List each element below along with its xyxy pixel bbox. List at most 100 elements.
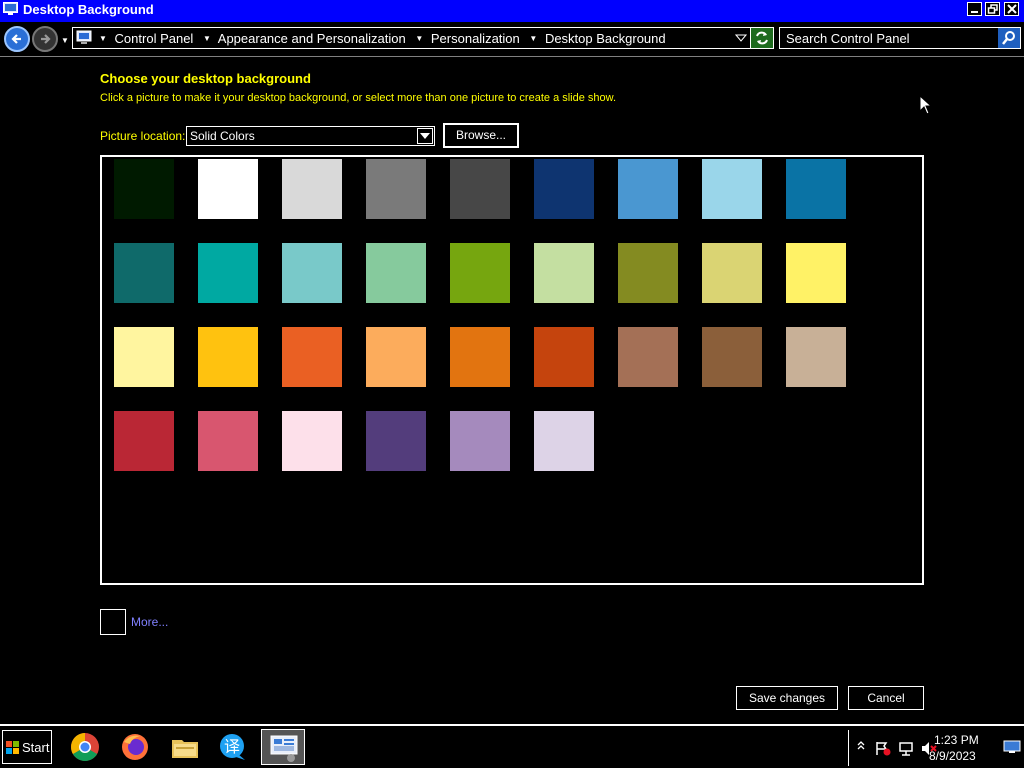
breadcrumb-separator-icon[interactable]: ▼ [415, 34, 423, 43]
taskbar-control-panel[interactable] [261, 729, 305, 765]
browse-button[interactable]: Browse... [443, 123, 519, 148]
control-panel-app-icon [3, 2, 18, 15]
restore-button[interactable] [985, 2, 1000, 16]
address-bar[interactable]: ▼ Control Panel ▼ Appearance and Persona… [72, 27, 774, 49]
picture-location-value: Solid Colors [190, 129, 255, 143]
color-swatch[interactable] [450, 327, 510, 387]
breadcrumb: ▼ Control Panel ▼ Appearance and Persona… [97, 31, 670, 46]
color-swatch[interactable] [618, 327, 678, 387]
address-dropdown-icon[interactable] [735, 32, 747, 44]
restore-icon [987, 4, 998, 14]
color-swatch[interactable] [198, 243, 258, 303]
search-button[interactable] [998, 28, 1020, 48]
save-changes-button[interactable]: Save changes [736, 686, 838, 710]
color-swatch[interactable] [786, 243, 846, 303]
window-title: Desktop Background [23, 2, 154, 17]
clock-date[interactable]: 8/9/2023 [929, 749, 976, 763]
forward-button[interactable] [32, 26, 58, 52]
show-hidden-icons-icon[interactable] [857, 741, 865, 751]
taskbar-file-explorer[interactable] [163, 729, 207, 765]
search-icon [1002, 31, 1015, 45]
divider [0, 56, 1024, 57]
chrome-icon [71, 733, 99, 761]
network-icon[interactable] [898, 741, 914, 756]
taskbar: Start 译 1:23 PM 8/9/2023 [0, 724, 1024, 768]
show-desktop-icon[interactable] [1003, 740, 1021, 754]
recent-pages-dropdown-icon[interactable]: ▼ [61, 36, 69, 45]
color-swatch[interactable] [786, 159, 846, 219]
control-panel-icon [76, 30, 92, 44]
taskbar-translator[interactable]: 译 [211, 729, 255, 765]
refresh-icon [756, 31, 768, 45]
taskbar-chrome[interactable] [63, 729, 107, 765]
breadcrumb-desktop-background[interactable]: Desktop Background [545, 31, 666, 46]
color-swatch[interactable] [618, 159, 678, 219]
close-button[interactable] [1004, 2, 1019, 16]
picture-location-select[interactable]: Solid Colors [186, 126, 435, 146]
color-swatch[interactable] [702, 243, 762, 303]
color-swatch[interactable] [534, 159, 594, 219]
color-swatch[interactable] [786, 327, 846, 387]
color-swatch[interactable] [618, 243, 678, 303]
svg-text:译: 译 [224, 737, 240, 756]
color-swatch[interactable] [114, 411, 174, 471]
color-swatch[interactable] [198, 327, 258, 387]
firefox-icon [122, 734, 148, 760]
color-swatch[interactable] [534, 411, 594, 471]
breadcrumb-control-panel[interactable]: Control Panel [115, 31, 194, 46]
breadcrumb-separator-icon[interactable]: ▼ [529, 34, 537, 43]
color-swatch[interactable] [702, 159, 762, 219]
file-explorer-icon [172, 740, 198, 758]
color-swatch[interactable] [366, 243, 426, 303]
start-label: Start [22, 740, 50, 755]
color-swatch[interactable] [114, 243, 174, 303]
breadcrumb-personalization[interactable]: Personalization [431, 31, 520, 46]
refresh-button[interactable] [750, 28, 773, 48]
picture-location-label: Picture location: [100, 129, 186, 143]
more-colors-link[interactable]: More... [131, 615, 168, 629]
translator-icon: 译 [220, 734, 245, 760]
breadcrumb-appearance-and-personalization[interactable]: Appearance and Personalization [218, 31, 406, 46]
start-button[interactable]: Start [2, 730, 52, 764]
control-panel-icon [270, 735, 298, 762]
color-swatch[interactable] [702, 327, 762, 387]
mouse-cursor-icon [919, 95, 933, 115]
page-title: Choose your desktop background [100, 71, 311, 86]
taskbar-firefox[interactable] [113, 729, 157, 765]
cancel-button[interactable]: Cancel [848, 686, 924, 710]
color-swatch[interactable] [282, 243, 342, 303]
windows-logo-icon [6, 741, 19, 754]
color-swatch-gallery [100, 155, 924, 585]
color-swatch[interactable] [450, 159, 510, 219]
color-swatch[interactable] [534, 327, 594, 387]
color-swatch[interactable] [198, 411, 258, 471]
color-swatch[interactable] [366, 411, 426, 471]
action-center-flag-icon[interactable] [875, 741, 891, 756]
color-swatch[interactable] [450, 243, 510, 303]
close-icon [1007, 4, 1017, 14]
chevron-down-icon [420, 133, 430, 139]
color-swatch[interactable] [534, 243, 594, 303]
breadcrumb-separator-icon[interactable]: ▼ [99, 34, 107, 43]
color-swatch[interactable] [366, 327, 426, 387]
breadcrumb-separator-icon[interactable]: ▼ [203, 34, 211, 43]
back-arrow-icon [11, 34, 21, 44]
color-swatch[interactable] [282, 159, 342, 219]
color-swatch[interactable] [366, 159, 426, 219]
picture-location-dropdown-button[interactable] [417, 128, 433, 144]
color-swatch[interactable] [114, 159, 174, 219]
minimize-button[interactable] [967, 2, 982, 16]
color-swatch[interactable] [450, 411, 510, 471]
back-button[interactable] [4, 26, 30, 52]
color-swatch[interactable] [282, 327, 342, 387]
color-swatch[interactable] [114, 327, 174, 387]
title-bar: Desktop Background [0, 0, 1024, 20]
forward-arrow-icon [41, 34, 51, 44]
color-swatch[interactable] [198, 159, 258, 219]
navigation-bar: ▼ ▼ Control Panel ▼ Appearance and Perso… [0, 22, 1024, 56]
clock-time[interactable]: 1:23 PM [934, 733, 979, 747]
color-swatch[interactable] [282, 411, 342, 471]
more-color-swatch[interactable] [100, 609, 126, 635]
search-input[interactable] [786, 30, 994, 46]
search-box[interactable] [779, 27, 1021, 49]
